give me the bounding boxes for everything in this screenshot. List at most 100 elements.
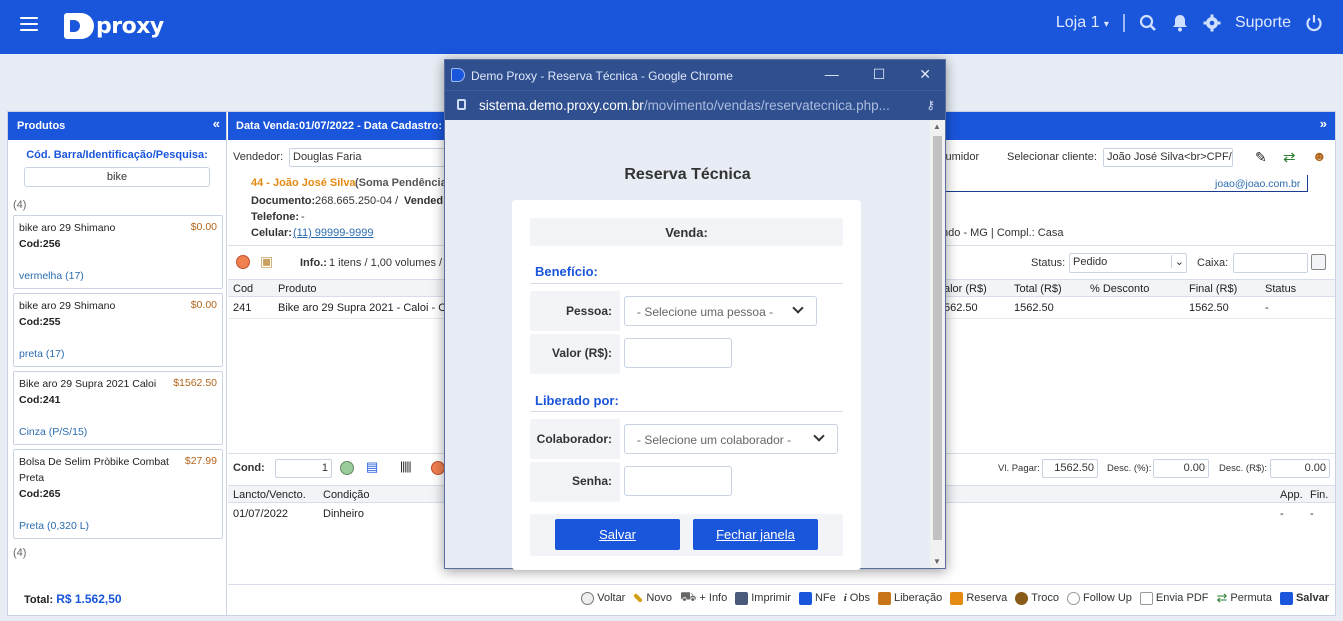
lock-icon [457, 99, 466, 110]
vl-pagar-field[interactable]: 1562.50 [1042, 459, 1098, 478]
envia-pdf-button[interactable]: Envia PDF [1139, 591, 1208, 605]
menu-icon[interactable] [20, 17, 38, 31]
bell-icon[interactable] [1171, 14, 1189, 32]
maximize-icon[interactable]: ☐ [873, 66, 886, 83]
followup-button[interactable]: Follow Up [1067, 591, 1132, 605]
client-email[interactable]: joao@joao.com.br [1215, 178, 1300, 190]
printer-icon [735, 591, 749, 605]
edit-client-icon[interactable]: ✎ [1255, 149, 1267, 166]
remove-item-icon[interactable] [236, 255, 250, 269]
status-select[interactable]: Pedido ⌄ [1069, 253, 1187, 273]
colaborador-placeholder: - Selecione um colaborador - [637, 433, 792, 447]
add-cond-icon[interactable] [340, 461, 354, 475]
product-card[interactable]: bike aro 29 Shimano $0.00 Cod:255 preta … [13, 293, 223, 367]
vendedor-field[interactable]: Douglas Faria [289, 148, 449, 167]
product-variant[interactable]: preta (17) [19, 346, 217, 362]
product-variant[interactable]: vermelha (17) [19, 268, 217, 284]
scroll-down-icon[interactable]: ▼ [933, 557, 941, 566]
liberacao-button[interactable]: Liberação [877, 591, 943, 605]
fechar-janela-button[interactable]: Fechar janela [693, 519, 818, 550]
swap-client-icon[interactable]: ⇄ [1283, 148, 1296, 166]
product-code: Cod:241 [19, 394, 61, 406]
product-variant[interactable]: Preta (0,320 L) [19, 518, 217, 534]
scroll-up-icon[interactable]: ▲ [933, 122, 941, 131]
gear-icon[interactable] [1203, 14, 1221, 32]
col-condicao: Condição [323, 489, 370, 501]
colaborador-select[interactable]: - Selecione um colaborador - [624, 424, 838, 454]
liberacao-label: Liberação [893, 592, 943, 604]
imprimir-button[interactable]: Imprimir [735, 591, 791, 605]
address-bar[interactable]: sistema.demo.proxy.com.br/movimento/vend… [445, 90, 945, 120]
reserva-button[interactable]: Reserva [950, 591, 1007, 605]
info-button[interactable]: ⛟ + Info [680, 589, 727, 607]
obs-button[interactable]: i Obs [844, 592, 870, 604]
product-name: bike aro 29 Shimano [19, 222, 116, 234]
result-count: (4) [13, 547, 27, 559]
close-icon[interactable]: ✕ [919, 66, 931, 83]
valor-label: Valor (R$): [551, 346, 612, 360]
product-name: bike aro 29 Shimano [19, 300, 116, 312]
col-total: Total (R$) [1014, 283, 1062, 295]
popup-content: Reserva Técnica Venda: Benefício: Pessoa… [445, 120, 930, 570]
product-code: Cod:265 [19, 488, 61, 500]
voltar-button[interactable]: Voltar [581, 591, 625, 605]
cell-date: 01/07/2022 [233, 508, 289, 520]
total-value: R$ 1.562,50 [56, 592, 122, 606]
cond-field[interactable]: 1 [275, 459, 332, 478]
tools-icon [877, 591, 891, 605]
sale-total: Total: R$ 1.562,50 [24, 592, 122, 606]
nfe-button[interactable]: NFe [798, 591, 836, 605]
product-variant[interactable]: Cinza (P/S/15) [19, 424, 217, 440]
desc-pct-field[interactable]: 0.00 [1153, 459, 1209, 478]
vendedor-short: Vended [404, 195, 444, 207]
popup-scrollbar[interactable]: ▲ ▼ [930, 120, 945, 568]
col-status: Status [1265, 283, 1297, 295]
swap-icon: ⇄ [1216, 590, 1228, 605]
top-bar: proxy Loja 1 ▾ Suporte [0, 0, 1343, 54]
cell-value[interactable]: (11) 99999-9999 [293, 227, 374, 239]
senha-input[interactable] [624, 466, 732, 496]
valor-input[interactable] [624, 338, 732, 368]
power-icon[interactable] [1305, 14, 1323, 32]
client-field[interactable]: João José Silva<br>CPF/( [1103, 148, 1233, 167]
phone-label: Telefone: [251, 211, 300, 223]
logo[interactable]: proxy [64, 13, 164, 39]
barcode-icon[interactable]: ||||| [400, 459, 412, 473]
proxy-favicon-icon [451, 68, 465, 82]
permuta-button[interactable]: ⇄ Permuta [1216, 590, 1271, 606]
save-icon [1279, 591, 1293, 605]
calculator-icon[interactable] [1311, 254, 1326, 270]
salvar-main-button[interactable]: Salvar [1279, 591, 1329, 605]
product-card[interactable]: Bolsa De Selim Pròbike Combat Preta $27.… [13, 449, 223, 539]
support-link[interactable]: Suporte [1235, 14, 1291, 32]
product-card[interactable]: bike aro 29 Shimano $0.00 Cod:256 vermel… [13, 215, 223, 289]
scroll-thumb[interactable] [933, 136, 942, 540]
col-produto: Produto [278, 283, 317, 295]
window-titlebar[interactable]: Demo Proxy - Reserva Técnica - Google Ch… [445, 60, 945, 90]
minimize-icon[interactable]: — [825, 66, 839, 83]
remove-cond-icon[interactable] [431, 461, 445, 475]
status-value: Pedido [1073, 256, 1108, 268]
troco-button[interactable]: Troco [1015, 591, 1059, 605]
search-icon[interactable] [1139, 14, 1157, 32]
product-card[interactable]: Bike aro 29 Supra 2021 Caloi $1562.50 Co… [13, 371, 223, 445]
search-input[interactable]: bike [24, 167, 210, 187]
divider [530, 411, 843, 412]
product-price: $1562.50 [173, 377, 217, 389]
card-icon[interactable]: ▤ [366, 459, 378, 475]
info-value: 1 itens / 1,00 volumes / V [329, 257, 453, 269]
collapse-icon[interactable]: « [213, 116, 220, 131]
desc-rs-field[interactable]: 0.00 [1270, 459, 1330, 478]
total-label: Total: [24, 594, 54, 606]
caixa-field[interactable] [1233, 253, 1308, 273]
salvar-button[interactable]: Salvar [555, 519, 680, 550]
expand-icon[interactable]: » [1320, 116, 1327, 131]
box-icon[interactable]: ▣ [260, 253, 273, 270]
novo-button[interactable]: Novo [633, 592, 672, 604]
store-selector[interactable]: Loja 1 ▾ [1056, 14, 1109, 32]
pessoa-select[interactable]: - Selecione uma pessoa - [624, 296, 817, 326]
key-icon[interactable]: ⚷ [926, 98, 935, 112]
add-client-icon[interactable]: ☻ [1312, 148, 1327, 164]
cell-final: 1562.50 [1189, 302, 1229, 314]
chevron-down-icon [792, 302, 804, 314]
